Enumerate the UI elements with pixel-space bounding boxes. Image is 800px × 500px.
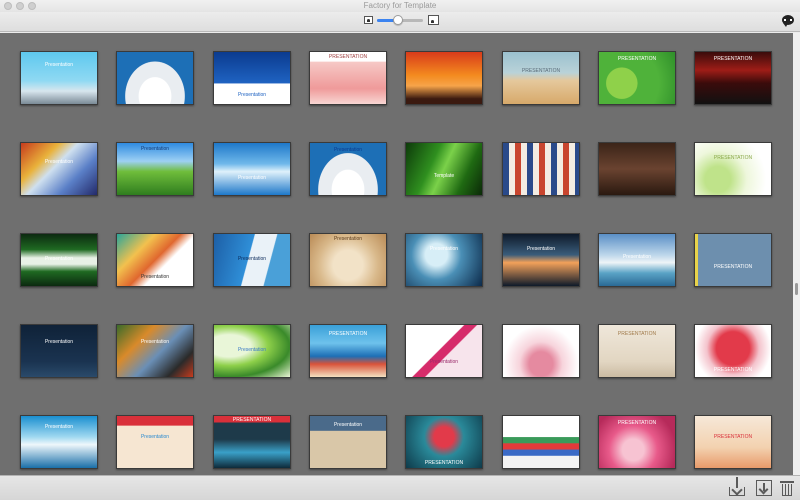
- large-picture-icon[interactable]: [428, 15, 439, 25]
- template-thumbnail[interactable]: Presentation: [309, 233, 387, 287]
- template-thumbnail[interactable]: Presentation: [20, 324, 98, 378]
- template-thumbnail[interactable]: [502, 324, 580, 378]
- template-thumbnail[interactable]: PRESENTATION: [309, 324, 387, 378]
- template-thumbnail[interactable]: PRESENTATION: [598, 51, 676, 105]
- template-title-text: PRESENTATION: [328, 54, 368, 60]
- template-thumbnail[interactable]: [405, 51, 483, 105]
- download-icon[interactable]: [729, 477, 745, 496]
- template-title-text: Presentation: [429, 246, 459, 252]
- app-window: Factory for Template Presentation Present…: [0, 0, 800, 500]
- template-title-text: Presentation: [44, 424, 74, 430]
- template-title-text: PRESENTATION: [713, 264, 753, 270]
- template-title-text: Presentation: [333, 422, 363, 428]
- template-thumbnail[interactable]: Presentation: [20, 142, 98, 196]
- template-thumbnail[interactable]: Presentation: [213, 51, 291, 105]
- template-title-text: Presentation: [429, 359, 459, 365]
- template-title-text: PRESENTATION: [328, 331, 368, 337]
- template-title-text: Presentation: [237, 175, 267, 181]
- template-title-text: Presentation: [333, 236, 363, 242]
- template-thumbnail[interactable]: Presentation: [309, 142, 387, 196]
- speech-bubble-icon[interactable]: [782, 15, 794, 27]
- vertical-scrollbar[interactable]: [793, 33, 800, 475]
- title-bar: Factory for Template: [0, 0, 800, 12]
- template-thumbnail[interactable]: PRESENTATION: [502, 51, 580, 105]
- template-thumbnail[interactable]: Presentation: [405, 233, 483, 287]
- template-title-text: PRESENTATION: [713, 155, 753, 161]
- template-title-text: PRESENTATION: [617, 420, 657, 426]
- template-thumbnail[interactable]: Presentation: [20, 51, 98, 105]
- chat-dots: [784, 19, 792, 21]
- template-thumbnail[interactable]: PRESENTATION: [694, 415, 772, 469]
- template-thumbnail[interactable]: Presentation: [116, 324, 194, 378]
- slider-knob[interactable]: [392, 15, 403, 25]
- template-title-text: PRESENTATION: [713, 367, 753, 373]
- template-thumbnail[interactable]: Presentation: [116, 142, 194, 196]
- template-thumbnail[interactable]: [502, 142, 580, 196]
- template-thumbnail[interactable]: PRESENTATION: [694, 142, 772, 196]
- template-title-text: Presentation: [622, 254, 652, 260]
- trash-icon[interactable]: [780, 480, 794, 496]
- template-title-text: Presentation: [44, 256, 74, 262]
- save-to-icon[interactable]: [756, 480, 772, 496]
- template-thumbnail[interactable]: PRESENTATION: [694, 233, 772, 287]
- toolbar: [0, 12, 800, 32]
- template-title-text: Presentation: [140, 339, 170, 345]
- template-title-text: PRESENTATION: [424, 460, 464, 466]
- template-title-text: PRESENTATION: [521, 68, 561, 74]
- template-thumbnail[interactable]: [502, 415, 580, 469]
- template-thumbnail[interactable]: Presentation: [598, 233, 676, 287]
- bottom-toolbar: [0, 475, 800, 500]
- template-thumbnail[interactable]: PRESENTATION: [405, 415, 483, 469]
- template-title-text: Presentation: [333, 147, 363, 153]
- scrollbar-thumb[interactable]: [795, 283, 798, 295]
- template-title-text: PRESENTATION: [617, 331, 657, 337]
- template-thumbnail[interactable]: Presentation: [309, 415, 387, 469]
- template-thumbnail[interactable]: [598, 142, 676, 196]
- template-thumbnail[interactable]: Presentation: [502, 233, 580, 287]
- window-title: Factory for Template: [363, 1, 437, 10]
- template-thumbnail[interactable]: PRESENTATION: [213, 415, 291, 469]
- template-thumbnail[interactable]: Presentation: [20, 233, 98, 287]
- trash-lid: [780, 481, 794, 483]
- small-picture-icon[interactable]: [364, 16, 373, 24]
- template-title-text: Presentation: [526, 246, 556, 252]
- template-grid: Presentation Presentation PRESENTATION PRES…: [0, 33, 793, 475]
- template-thumbnail[interactable]: Presentation: [213, 233, 291, 287]
- template-title-text: Presentation: [237, 92, 267, 98]
- template-title-text: Template: [433, 173, 455, 179]
- template-title-text: Presentation: [237, 256, 267, 262]
- template-title-text: Presentation: [44, 159, 74, 165]
- template-thumbnail[interactable]: Presentation: [213, 142, 291, 196]
- template-thumbnail[interactable]: Presentation: [405, 324, 483, 378]
- template-title-text: Presentation: [44, 62, 74, 68]
- template-thumbnail[interactable]: [116, 51, 194, 105]
- template-title-text: Presentation: [44, 339, 74, 345]
- template-title-text: PRESENTATION: [232, 417, 272, 423]
- template-thumbnail[interactable]: PRESENTATION: [598, 415, 676, 469]
- template-title-text: Presentation: [140, 434, 170, 440]
- template-thumbnail[interactable]: PRESENTATION: [694, 324, 772, 378]
- template-thumbnail[interactable]: Presentation: [116, 233, 194, 287]
- template-title-text: PRESENTATION: [713, 56, 753, 62]
- template-title-text: PRESENTATION: [617, 56, 657, 62]
- template-thumbnail[interactable]: PRESENTATION: [309, 51, 387, 105]
- trash-can: [782, 484, 792, 496]
- template-title-text: Presentation: [140, 274, 170, 280]
- template-thumbnail[interactable]: Presentation: [116, 415, 194, 469]
- template-thumbnail[interactable]: PRESENTATION: [694, 51, 772, 105]
- template-title-text: Presentation: [140, 146, 170, 152]
- template-title-text: Presentation: [237, 347, 267, 353]
- template-thumbnail[interactable]: Template: [405, 142, 483, 196]
- template-title-text: PRESENTATION: [713, 434, 753, 440]
- template-thumbnail[interactable]: Presentation: [213, 324, 291, 378]
- template-thumbnail[interactable]: PRESENTATION: [598, 324, 676, 378]
- template-thumbnail[interactable]: Presentation: [20, 415, 98, 469]
